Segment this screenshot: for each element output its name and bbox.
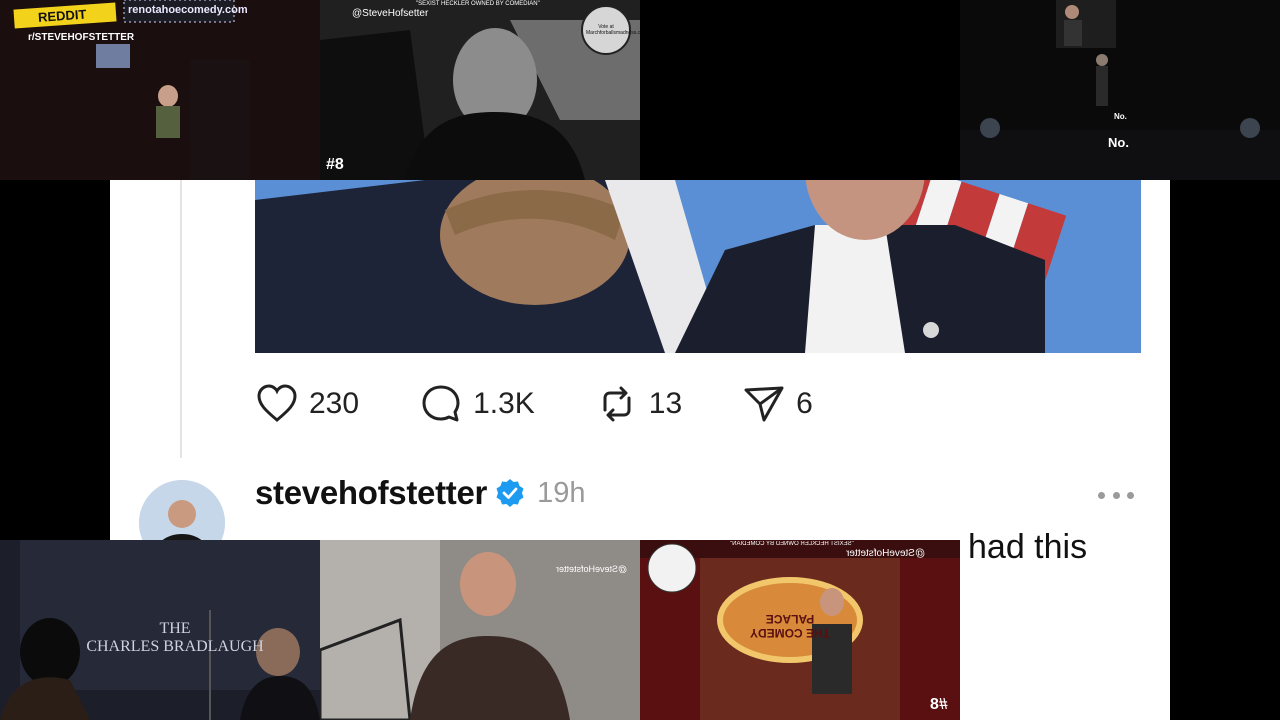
repost-count: 13: [648, 387, 683, 420]
thread-connector-line: [180, 180, 182, 458]
episode-number: #8: [326, 156, 344, 173]
like-count: 230: [309, 387, 360, 420]
episode-headline: "SEXIST HECKLER OWNED BY COMEDIAN": [416, 1, 540, 7]
mirrored-handle: @SteveHofstetter: [556, 564, 628, 574]
venue-sign: THE CHARLES BRADLAUGH: [86, 620, 264, 655]
overlay-thumb-venue: THE CHARLES BRADLAUGH: [0, 540, 320, 720]
overlay-thumb-stage-left: REDDIT r/STEVEHOFSTETTER renotahoecomedy…: [0, 0, 320, 180]
more-options-button[interactable]: [1098, 480, 1134, 510]
share-button[interactable]: 6: [742, 382, 813, 426]
comment-button[interactable]: 1.3K: [419, 382, 535, 426]
subreddit-label: r/STEVEHOFSTETTER: [28, 32, 135, 43]
heart-icon: [257, 384, 297, 422]
caption-large: No.: [1108, 135, 1129, 150]
reply-header: stevehofstetter 19h: [255, 474, 585, 512]
mirrored-handle-palace: @SteveHofstetter: [846, 548, 926, 559]
repost-button[interactable]: 13: [595, 382, 682, 426]
overlay-thumb-dark-stage: No. No.: [960, 0, 1280, 180]
share-count: 6: [796, 387, 813, 420]
dot-icon: [1127, 491, 1134, 499]
marquee-text: renotahoecomedy.com: [128, 4, 248, 16]
mirrored-headline: "SEXIST HECKLER OWNED BY COMEDIAN": [730, 541, 854, 547]
post-action-bar: 230 1.3K 13 6: [255, 382, 873, 426]
post-photo[interactable]: [255, 180, 1141, 353]
reply-username[interactable]: stevehofstetter: [255, 474, 487, 512]
overlay-thumb-car-selfie: "SEXIST HECKLER OWNED BY COMEDIAN" @Stev…: [320, 0, 640, 180]
vote-badge: Vote at Marchforballsmadness.com: [586, 24, 640, 36]
repost-icon: [603, 386, 631, 422]
overlay-thumb-comedy-palace: "SEXIST HECKLER OWNED BY COMEDIAN" @Stev…: [640, 540, 960, 720]
reply-timestamp: 19h: [537, 476, 586, 509]
comment-count: 1.3K: [473, 387, 535, 420]
mirrored-episode-number: #8: [930, 696, 948, 713]
reply-text: had this: [968, 528, 1088, 566]
like-button[interactable]: 230: [255, 382, 359, 426]
handle-label: @SteveHofsetter: [352, 8, 429, 19]
send-icon: [744, 386, 784, 422]
comment-bubble-icon: [422, 385, 460, 422]
dot-icon: [1098, 491, 1105, 499]
verified-badge-icon: [496, 479, 524, 507]
overlay-thumb-interview: @SteveHofstetter: [320, 540, 640, 720]
comedy-palace-sign: THE COMEDY PALACE: [750, 612, 831, 640]
caption-small: No.: [1114, 112, 1127, 121]
dot-icon: [1112, 491, 1120, 499]
